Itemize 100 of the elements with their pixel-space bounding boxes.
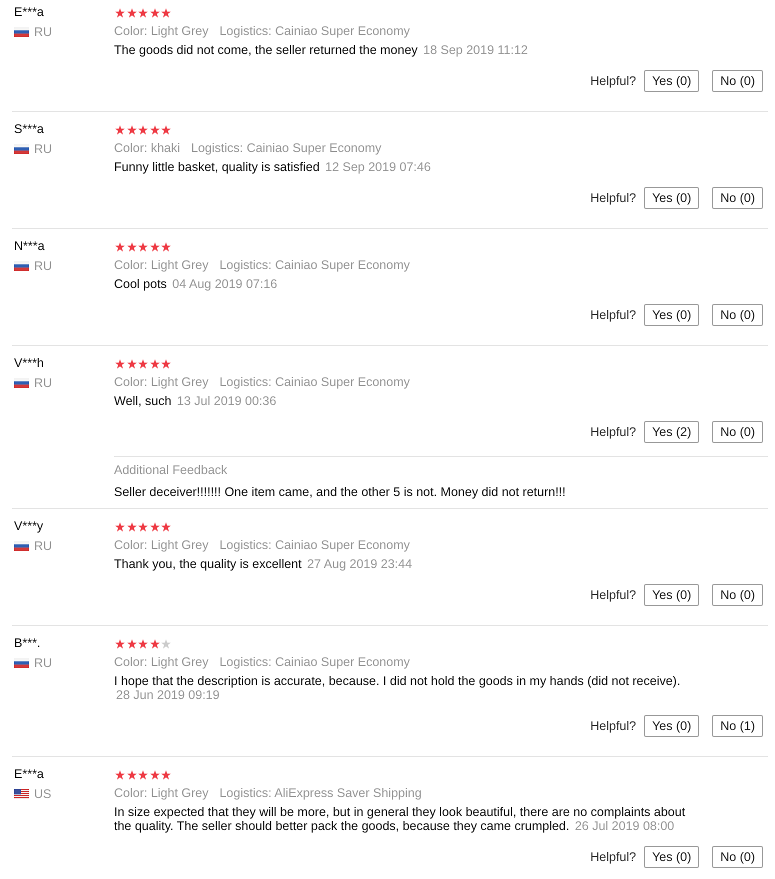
review-attribute: Logistics: AliExpress Saver Shipping (219, 785, 422, 802)
no-vote-button[interactable]: No (0) (712, 187, 763, 209)
additional-feedback-label: Additional Feedback (114, 462, 228, 479)
star-icon (115, 770, 125, 780)
flag-icon (14, 26, 29, 36)
no-vote-button[interactable]: No (0) (712, 70, 763, 92)
country-code: RU (34, 258, 52, 272)
review-text: Funny little basket, quality is satisfied 12 Sep 2019 07:46 (114, 160, 432, 174)
star-icon (161, 522, 171, 532)
star-icon (126, 124, 136, 134)
review-text: Thank you, the quality is excellent 27 Aug 2019 23:44 (114, 557, 414, 571)
star-icon (138, 522, 148, 532)
star-icon (150, 8, 160, 18)
country-code: RU (34, 142, 52, 156)
helpful-label: Helpful? (590, 74, 636, 88)
review-attribute: Logistics: Cainiao Super Economy (219, 537, 410, 554)
star-icon (161, 124, 171, 134)
country-code: RU (34, 24, 52, 38)
star-icon (138, 358, 148, 368)
star-icon (126, 638, 136, 648)
reviewer-name: V***h (14, 355, 45, 372)
additional-feedback-text: Seller deceiver!!!!!!! One item came, and the other 5 is not. Money did not return!!! (114, 484, 567, 501)
review-text: In size expected that they will be more, but in general they look beautiful, there are no complaints about the quality. The seller should better pack the goods, because they came crumpled. 26 Jul 2019 08:00 (114, 805, 686, 833)
review-text: Cool pots 04 Aug 2019 07:16 (114, 277, 278, 291)
star-icon (115, 8, 125, 18)
no-vote-button[interactable]: No (0) (712, 421, 763, 443)
no-vote-button[interactable]: No (0) (712, 584, 763, 606)
country-code: RU (34, 538, 52, 552)
review-text: Well, such 13 Jul 2019 00:36 (114, 394, 278, 408)
star-icon (150, 242, 160, 252)
star-icon (115, 638, 125, 648)
reviewer-name: E***a (14, 4, 45, 21)
star-icon (126, 8, 136, 18)
review-attribute: Color: Light Grey (114, 257, 208, 274)
flag-icon (14, 144, 29, 154)
yes-vote-button[interactable]: Yes (0) (644, 304, 700, 326)
helpful-label: Helpful? (590, 850, 636, 864)
star-icon (138, 242, 148, 252)
review-attribute: Color: Light Grey (114, 23, 208, 40)
star-icon (126, 522, 136, 532)
star-icon (126, 242, 136, 252)
yes-vote-button[interactable]: Yes (0) (644, 715, 700, 737)
helpful-label: Helpful? (590, 719, 636, 733)
no-vote-button[interactable]: No (0) (712, 846, 763, 868)
star-icon (161, 358, 171, 368)
review-attribute: Logistics: Cainiao Super Economy (219, 654, 410, 671)
star-icon (150, 124, 160, 134)
review-attribute: Logistics: Cainiao Super Economy (219, 23, 410, 40)
star-icon (115, 358, 125, 368)
star-icon (150, 770, 160, 780)
yes-vote-button[interactable]: Yes (0) (644, 187, 700, 209)
flag-icon (14, 378, 29, 388)
star-icon (161, 8, 171, 18)
flag-icon (14, 260, 29, 270)
yes-vote-button[interactable]: Yes (2) (644, 421, 700, 443)
review-text: The goods did not come, the seller returned the money 18 Sep 2019 11:12 (114, 43, 529, 57)
star-icon (138, 638, 148, 648)
review-attribute: Color: Light Grey (114, 537, 208, 554)
star-icon (126, 770, 136, 780)
flag-icon (14, 540, 29, 550)
flag-icon (14, 658, 29, 668)
review-attribute: Logistics: Cainiao Super Economy (219, 374, 410, 391)
review-attribute: Color: Light Grey (114, 374, 208, 391)
reviewer-name: B***. (14, 635, 42, 652)
star-icon (161, 242, 171, 252)
helpful-label: Helpful? (590, 308, 636, 322)
star-icon (115, 124, 125, 134)
star-icon (138, 8, 148, 18)
star-icon (115, 522, 125, 532)
star-icon (150, 638, 160, 648)
reviewer-name: V***y (14, 518, 44, 535)
review-attribute: Color: Light Grey (114, 654, 208, 671)
star-icon (161, 638, 171, 648)
no-vote-button[interactable]: No (1) (712, 715, 763, 737)
star-icon (150, 358, 160, 368)
review-attribute: Logistics: Cainiao Super Economy (191, 140, 382, 157)
helpful-label: Helpful? (590, 191, 636, 205)
country-code: RU (34, 376, 52, 390)
review-attribute: Color: Light Grey (114, 785, 208, 802)
review-text: I hope that the description is accurate, because. I did not hold the goods in my hands (did not receive). 28 Jun 2019 09:19 (114, 674, 682, 702)
star-icon (138, 124, 148, 134)
reviewer-name: S***a (14, 121, 45, 138)
flag-icon (14, 788, 29, 798)
country-code: RU (34, 656, 52, 670)
helpful-label: Helpful? (590, 425, 636, 439)
star-icon (161, 770, 171, 780)
review-attribute: Logistics: Cainiao Super Economy (219, 257, 410, 274)
reviewer-name: N***a (14, 238, 46, 255)
star-icon (115, 242, 125, 252)
helpful-label: Helpful? (590, 588, 636, 602)
no-vote-button[interactable]: No (0) (712, 304, 763, 326)
yes-vote-button[interactable]: Yes (0) (644, 846, 700, 868)
yes-vote-button[interactable]: Yes (0) (644, 70, 700, 92)
yes-vote-button[interactable]: Yes (0) (644, 584, 700, 606)
star-icon (138, 770, 148, 780)
country-code: US (34, 786, 52, 800)
star-icon (126, 358, 136, 368)
review-attribute: Color: khaki (114, 140, 180, 157)
star-icon (150, 522, 160, 532)
reviewer-name: E***a (14, 766, 45, 783)
